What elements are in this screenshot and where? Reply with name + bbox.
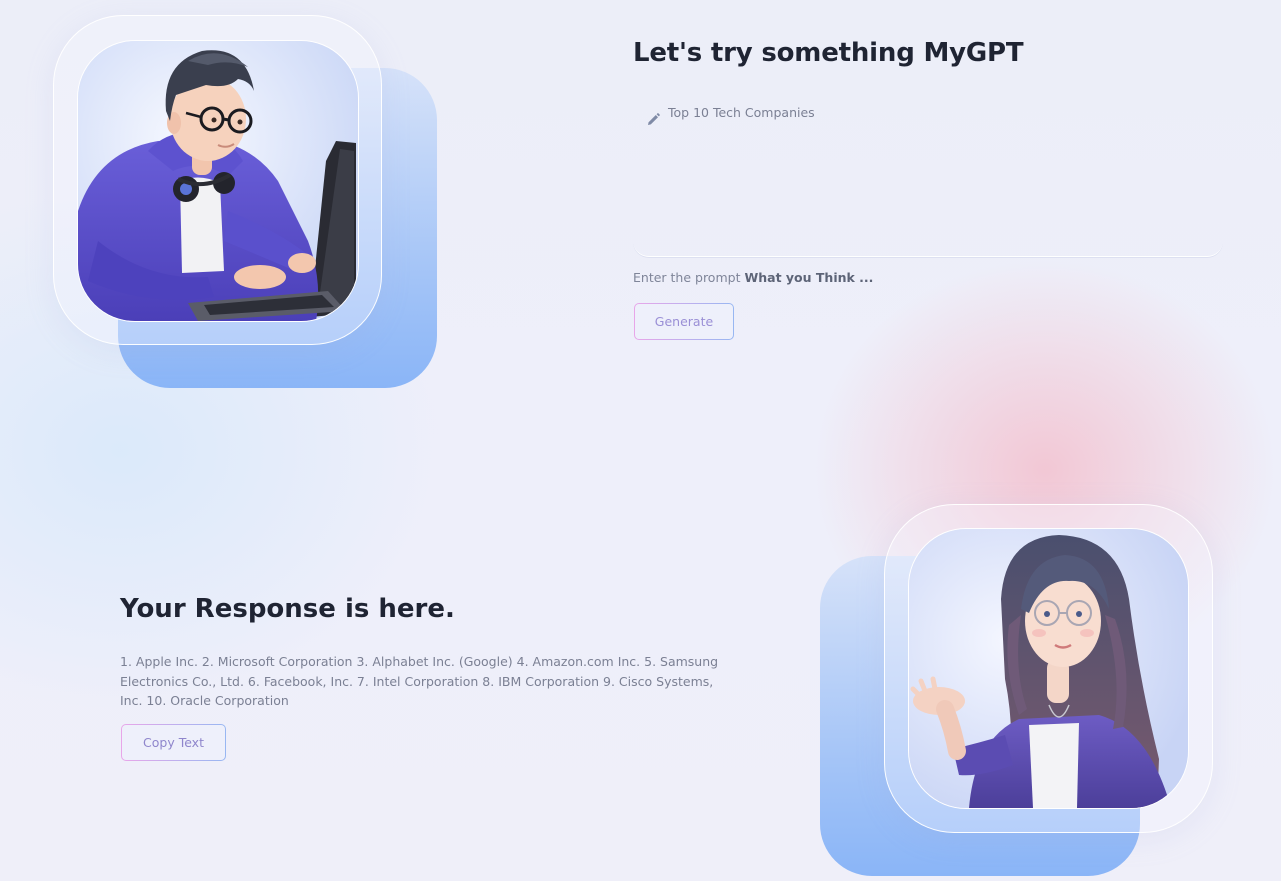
prompt-value: Top 10 Tech Companies — [668, 105, 815, 120]
pencil-icon — [645, 112, 661, 128]
generate-button[interactable]: Generate — [634, 303, 734, 340]
boy-illustration — [77, 40, 359, 322]
response-title: Your Response is here. — [120, 594, 455, 624]
boy-avatar-image — [78, 41, 358, 321]
girl-illustration — [908, 528, 1189, 809]
page-title: Let's try something MyGPT — [633, 38, 1024, 68]
hint-prefix: Enter the prompt — [633, 270, 745, 285]
response-text: 1. Apple Inc. 2. Microsoft Corporation 3… — [120, 654, 719, 708]
prompt-hint: Enter the prompt What you Think ... — [633, 270, 873, 285]
copy-text-button[interactable]: Copy Text — [121, 724, 226, 761]
hint-bold: What you Think ... — [744, 270, 874, 285]
prompt-input[interactable]: Top 10 Tech Companies — [633, 96, 1223, 257]
girl-avatar-image — [909, 529, 1188, 808]
